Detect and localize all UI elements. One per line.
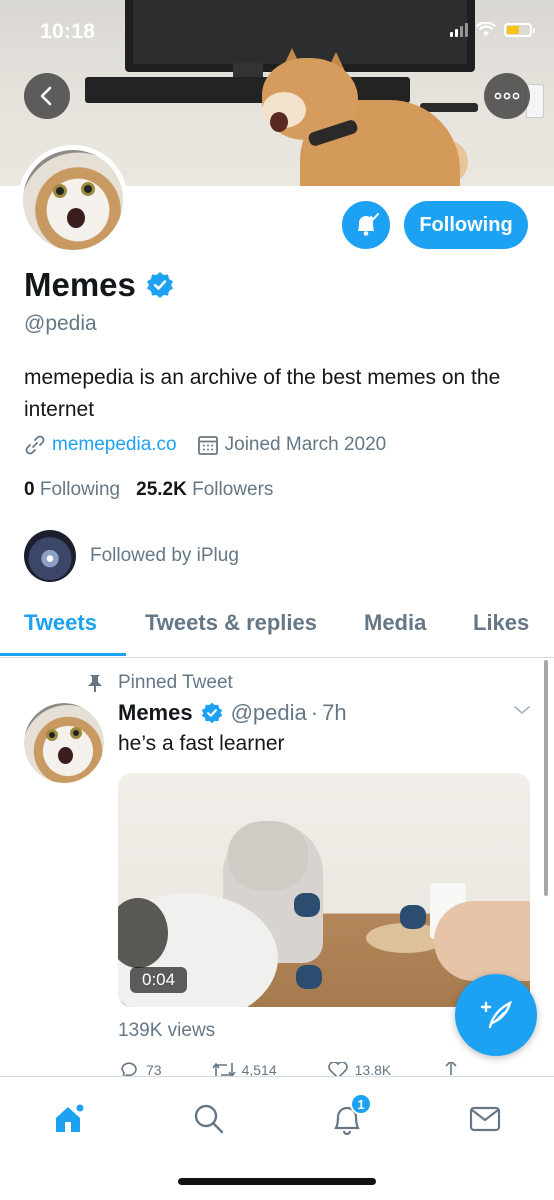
- nav-search[interactable]: [184, 1097, 234, 1141]
- tweet-author-handle: @pedia: [230, 700, 307, 725]
- mail-icon: [469, 1106, 501, 1132]
- verified-badge-icon: [146, 272, 173, 298]
- following-button[interactable]: Following: [404, 201, 528, 249]
- more-options-button[interactable]: [484, 73, 530, 119]
- tweet-header: Memes @pedia · 7h: [118, 700, 347, 726]
- profile-joined-date: Joined March 2020: [224, 434, 387, 455]
- nav-notifications[interactable]: 1: [322, 1093, 372, 1141]
- tweet-author-name[interactable]: Memes: [118, 700, 193, 726]
- search-icon: [194, 1104, 224, 1134]
- profile-handle: @pedia: [24, 312, 97, 335]
- scrollbar[interactable]: [544, 660, 548, 896]
- profile-stats: 0 Following 25.2K Followers: [24, 479, 273, 501]
- video-glove: [294, 893, 320, 917]
- home-icon: [56, 1104, 84, 1132]
- tweet-text: he’s a fast learner: [118, 732, 285, 755]
- status-time: 10:18: [40, 20, 96, 43]
- signal-icon: [450, 22, 468, 37]
- home-indicator[interactable]: [178, 1178, 376, 1185]
- video-cat-head: [228, 821, 308, 891]
- back-button[interactable]: [24, 73, 70, 119]
- nav-messages[interactable]: [460, 1097, 510, 1141]
- nav-home[interactable]: [44, 1097, 94, 1141]
- profile-name-row: Memes: [24, 266, 174, 304]
- video-glove: [296, 965, 322, 989]
- followed-by-text: Followed by iPlug: [90, 545, 239, 566]
- followed-by-row[interactable]: Followed by iPlug: [24, 530, 239, 582]
- tab-media[interactable]: Media: [364, 610, 426, 636]
- tweet-video[interactable]: 0:04: [118, 773, 530, 1007]
- status-icons: [450, 22, 535, 37]
- compose-feather-icon: [480, 1000, 512, 1029]
- tweet-views: 139K views: [118, 1020, 216, 1041]
- follower-avatar: [24, 530, 76, 582]
- profile-meta: memepedia.co Joined March 2020: [24, 434, 386, 456]
- followers-stat[interactable]: 25.2K Followers: [136, 479, 273, 501]
- banner-remote: [420, 103, 478, 112]
- tweet-separator: ·: [310, 700, 319, 725]
- profile-bio: memepedia is an archive of the best meme…: [24, 366, 501, 421]
- profile-name: Memes: [24, 266, 136, 303]
- tab-likes[interactable]: Likes: [473, 610, 529, 636]
- active-tab-indicator: [0, 653, 126, 656]
- tweet-time: 7h: [322, 700, 347, 725]
- profile-website-link[interactable]: memepedia.co: [52, 434, 177, 456]
- chevron-left-icon: [40, 86, 52, 106]
- calendar-icon: [197, 436, 218, 455]
- notifications-badge: 1: [350, 1093, 372, 1115]
- video-glove: [400, 905, 426, 929]
- tab-tweets-replies[interactable]: Tweets & replies: [145, 610, 317, 636]
- link-icon: [25, 435, 45, 455]
- more-dots-icon: [494, 92, 520, 100]
- video-hand: [434, 901, 530, 981]
- video-duration: 0:04: [130, 967, 188, 993]
- pin-icon: [88, 675, 102, 692]
- verified-badge-icon: [201, 702, 222, 724]
- chevron-down-icon: [514, 706, 530, 715]
- tab-tweets[interactable]: Tweets: [24, 610, 97, 636]
- profile-avatar[interactable]: [18, 145, 128, 255]
- notifications-bell-button[interactable]: [342, 201, 390, 249]
- dog-mouth: [270, 112, 288, 132]
- tweet-author-avatar[interactable]: [24, 703, 104, 783]
- wifi-icon: [476, 22, 496, 36]
- following-stat[interactable]: 0 Following: [24, 479, 120, 501]
- compose-tweet-button[interactable]: [455, 974, 537, 1056]
- battery-icon: [504, 22, 535, 37]
- profile-tabs: Tweets Tweets & replies Media Likes: [0, 592, 554, 658]
- tweet-options-button[interactable]: [512, 703, 532, 722]
- pinned-tweet-label: Pinned Tweet: [86, 672, 233, 694]
- bell-check-icon: [358, 213, 379, 236]
